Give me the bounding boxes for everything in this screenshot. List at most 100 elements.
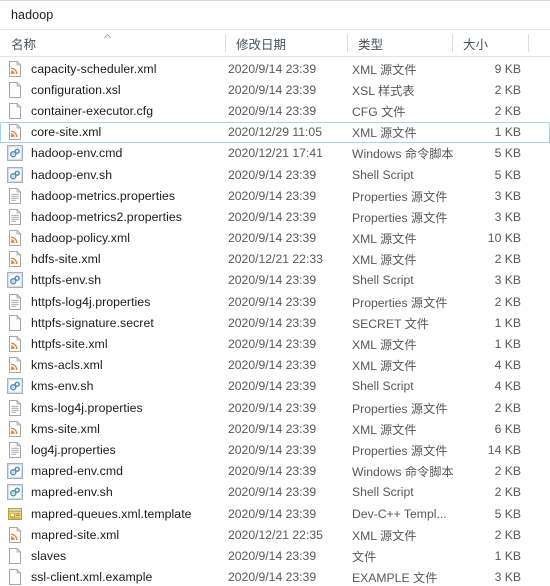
file-name-cell[interactable]: kms-site.xml [7,420,228,437]
file-date-modified: 2020/9/14 23:39 [228,61,317,76]
xml-file-icon [7,357,23,374]
cmd-script-icon [7,272,23,289]
cmd-script-icon [7,166,23,183]
file-row[interactable]: mapred-queues.xml.template 2020/9/14 23:3… [0,503,550,524]
file-name-cell[interactable]: mapred-site.xml [7,526,228,543]
file-name-cell[interactable]: slaves [7,547,228,564]
file-name-cell[interactable]: configuration.xsl [7,81,228,98]
file-date-modified: 2020/9/14 23:39 [228,548,317,563]
file-type: SECRET 文件 [352,316,429,331]
file-size: 1 KB [494,337,521,352]
column-header-name[interactable]: 名称 [0,30,225,56]
file-name-cell[interactable]: core-site.xml [7,124,228,141]
file-name-label: core-site.xml [31,125,102,140]
file-name-cell[interactable]: hadoop-env.cmd [7,145,228,162]
file-date-modified: 2020/9/14 23:39 [228,209,317,224]
column-header-date-modified[interactable]: 修改日期 [225,30,347,56]
file-row[interactable]: hadoop-metrics.properties 2020/9/14 23:39… [0,185,550,206]
file-row[interactable]: httpfs-signature.secret 2020/9/14 23:39 SE… [0,312,550,333]
file-name-cell[interactable]: httpfs-env.sh [7,272,228,289]
column-header-type[interactable]: 类型 [347,30,452,56]
file-row[interactable]: hadoop-metrics2.properties 2020/9/14 23:3… [0,206,550,227]
file-name-cell[interactable]: hadoop-policy.xml [7,230,228,247]
file-row[interactable]: httpfs-log4j.properties 2020/9/14 23:39 Pr… [0,291,550,312]
file-row[interactable]: mapred-env.cmd 2020/9/14 23:39 Windows 命令脚… [0,461,550,482]
file-row[interactable]: log4j.properties 2020/9/14 23:39 Propertie… [0,439,550,460]
file-row[interactable]: mapred-site.xml 2020/12/21 22:35 XML 源文件 2 … [0,524,550,545]
column-header-type-label: 类型 [358,37,384,52]
address-bar[interactable]: hadoop [0,0,550,30]
file-row[interactable]: hadoop-env.sh 2020/9/14 23:39 Shell Script… [0,164,550,185]
file-name-cell[interactable]: hadoop-metrics2.properties [7,208,228,225]
file-name-cell[interactable]: httpfs-signature.secret [7,314,228,331]
file-name-label: container-executor.cfg [31,103,154,118]
file-type: EXAMPLE 文件 [352,571,438,586]
file-size: 5 KB [494,146,521,161]
file-row[interactable]: kms-site.xml 2020/9/14 23:39 XML 源文件 6 KB [0,418,550,439]
file-row[interactable]: kms-log4j.properties 2020/9/14 23:39 Prope… [0,397,550,418]
column-header-size-label: 大小 [463,37,489,52]
file-size: 3 KB [494,209,521,224]
xml-file-icon [7,251,23,268]
file-row[interactable]: kms-acls.xml 2020/9/14 23:39 XML 源文件 4 KB [0,355,550,376]
file-date-modified: 2020/9/14 23:39 [228,442,317,457]
file-row[interactable]: kms-env.sh 2020/9/14 23:39 Shell Script 4 K… [0,376,550,397]
file-name-cell[interactable]: mapred-env.cmd [7,463,228,480]
file-row[interactable]: container-executor.cfg 2020/9/14 23:39 CFG… [0,100,550,121]
file-type: XML 源文件 [352,359,417,374]
breadcrumb[interactable]: hadoop [11,8,53,22]
file-name-cell[interactable]: ssl-client.xml.example [7,569,228,586]
file-date-modified: 2020/12/29 11:05 [228,125,322,140]
file-type: Properties 源文件 [352,189,448,204]
file-row[interactable]: capacity-scheduler.xml 2020/9/14 23:39 XML… [0,58,550,79]
file-type: Shell Script [352,379,414,394]
column-header-date-label: 修改日期 [236,37,287,52]
file-name-label: mapred-env.cmd [31,464,124,479]
file-size: 5 KB [494,167,521,182]
file-date-modified: 2020/9/14 23:39 [228,379,317,394]
file-name-cell[interactable]: httpfs-log4j.properties [7,293,228,310]
column-header-size[interactable]: 大小 [452,30,528,56]
file-row[interactable]: slaves 2020/9/14 23:39 文件 1 KB [0,545,550,566]
file-date-modified: 2020/9/14 23:39 [228,294,317,309]
file-name-cell[interactable]: capacity-scheduler.xml [7,60,228,77]
column-header-name-label: 名称 [11,37,37,52]
file-name-cell[interactable]: hadoop-env.sh [7,166,228,183]
file-row[interactable]: httpfs-env.sh 2020/9/14 23:39 Shell Script… [0,270,550,291]
file-row[interactable]: core-site.xml 2020/12/29 11:05 XML 源文件 1 KB [0,121,550,143]
file-row[interactable]: hadoop-policy.xml 2020/9/14 23:39 XML 源文件 1… [0,228,550,249]
chevron-up-icon [103,33,112,39]
file-row[interactable]: ssl-client.xml.example 2020/9/14 23:39 EXA… [0,567,550,586]
file-name-cell[interactable]: httpfs-site.xml [7,336,228,353]
file-name-cell[interactable]: hdfs-site.xml [7,251,228,268]
file-name-cell[interactable]: log4j.properties [7,441,228,458]
blank-file-icon [7,102,23,119]
xml-file-icon [7,336,23,353]
file-row[interactable]: hdfs-site.xml 2020/12/21 22:33 XML 源文件 2 KB [0,249,550,270]
file-type: 文件 [352,549,377,564]
file-name-cell[interactable]: kms-acls.xml [7,357,228,374]
file-type: Properties 源文件 [352,443,448,458]
file-name-label: kms-env.sh [31,379,94,394]
file-size: 3 KB [494,273,521,288]
file-name-cell[interactable]: kms-log4j.properties [7,399,228,416]
file-type: Windows 命令脚本 [352,147,454,162]
file-name-label: mapred-queues.xml.template [31,506,192,521]
file-name-label: httpfs-site.xml [31,337,108,352]
file-list[interactable]: capacity-scheduler.xml 2020/9/14 23:39 XML… [0,57,550,586]
column-header-spacer[interactable] [528,30,550,56]
file-name-cell[interactable]: container-executor.cfg [7,102,228,119]
file-name-label: hadoop-env.sh [31,167,113,182]
file-name-cell[interactable]: hadoop-metrics.properties [7,187,228,204]
file-name-cell[interactable]: mapred-queues.xml.template [7,506,228,522]
file-date-modified: 2020/9/14 23:39 [228,464,317,479]
file-size: 2 KB [494,527,521,542]
file-row[interactable]: mapred-env.sh 2020/9/14 23:39 Shell Script… [0,482,550,503]
file-name-cell[interactable]: mapred-env.sh [7,484,228,501]
file-row[interactable]: hadoop-env.cmd 2020/12/21 17:41 Windows 命令… [0,143,550,164]
cmd-script-icon [7,378,23,395]
file-type: Properties 源文件 [352,210,448,225]
file-row[interactable]: httpfs-site.xml 2020/9/14 23:39 XML 源文件 1 K… [0,333,550,354]
file-name-cell[interactable]: kms-env.sh [7,378,228,395]
file-row[interactable]: configuration.xsl 2020/9/14 23:39 XSL 样式表 2… [0,79,550,100]
